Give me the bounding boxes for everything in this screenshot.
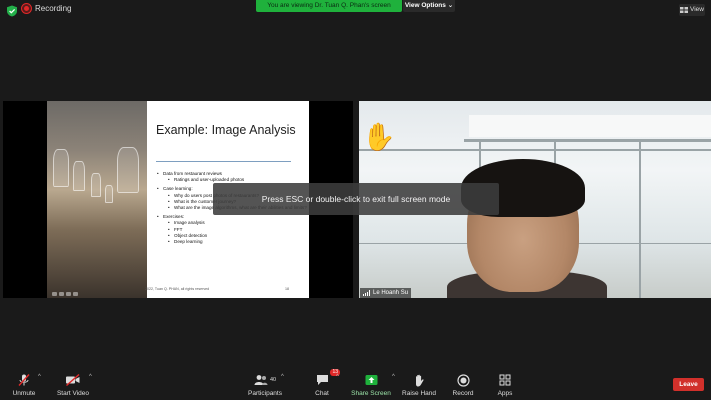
grid-view-icon [680,7,688,13]
chat-button[interactable]: 13 Chat [310,369,340,397]
participants-icon [254,375,268,385]
participants-options-chevron-icon[interactable]: ^ [281,374,284,380]
start-video-label: Start Video [56,390,90,397]
recording-dot-icon [22,4,31,13]
view-button[interactable]: View [679,4,705,16]
record-icon [456,373,470,387]
share-options-chevron-icon[interactable]: ^ [392,374,395,380]
chat-label: Chat [315,390,329,397]
chat-options-chevron-icon[interactable]: ^ [336,374,339,380]
raise-hand-button[interactable]: Raise Hand [402,373,436,397]
signal-strength-icon [363,290,370,296]
share-screen-button[interactable]: Share Screen [351,373,391,397]
share-screen-label: Share Screen [351,390,391,397]
chat-bubble-icon [316,375,328,385]
start-video-button[interactable]: Start Video [54,373,92,397]
top-bar: Recording You are viewing Dr. Tuan Q. Ph… [0,0,711,22]
slide-control-icon [59,292,64,296]
slide-restaurant-photo [47,101,147,298]
slide-footer: 2022, Tuan Q. PHAN, all rights reserved [145,287,210,291]
slide-title-divider [156,161,291,162]
participant-name: Le Hoanh Su [373,290,409,296]
recording-label: Recording [35,4,72,13]
participants-label: Participants [248,390,282,397]
slide-control-icon [66,292,71,296]
raised-hand-icon: ✋ [362,122,396,152]
participants-count: 40 [269,377,277,383]
unmute-button[interactable]: Unmute [8,373,40,397]
view-options-button[interactable]: View Options ⌄ [403,0,455,12]
participant-name-tag: Le Hoanh Su [360,288,412,298]
security-shield-icon[interactable] [6,5,18,17]
audio-options-chevron-icon[interactable]: ^ [38,374,41,380]
view-label: View [690,6,704,13]
window-blind [469,115,711,137]
apps-label: Apps [497,390,513,397]
record-button[interactable]: Record [449,373,477,397]
chevron-down-icon: ⌄ [447,2,454,9]
bullet-item: Deep learning [157,239,307,245]
recording-indicator[interactable]: Recording [22,4,71,13]
video-off-icon [66,374,80,386]
record-label: Record [452,390,474,397]
screen-share-banner: You are viewing Dr. Tuan Q. Phan's scree… [256,0,402,12]
meeting-toolbar: Unmute ^ Start Video ^ 40 Participants ^ [0,368,711,400]
participants-button[interactable]: 40 Participants [247,373,283,397]
leave-button[interactable]: Leave [673,378,704,391]
slide-page-number: 18 [285,287,289,291]
raise-hand-label: Raise Hand [402,390,436,397]
slide-control-icon [52,292,57,296]
share-screen-icon [365,375,377,385]
video-options-chevron-icon[interactable]: ^ [89,374,92,380]
apps-icon [499,374,511,386]
unmute-label: Unmute [12,390,36,397]
slide-controls[interactable] [52,292,78,296]
apps-button[interactable]: Apps [493,373,517,397]
slide-control-icon [73,292,78,296]
hand-icon [415,374,424,386]
view-options-label: View Options [404,2,446,9]
slide-title: Example: Image Analysis [156,123,296,137]
fullscreen-exit-toast: Press ESC or double-click to exit full s… [213,183,499,215]
muted-microphone-icon [18,374,30,386]
